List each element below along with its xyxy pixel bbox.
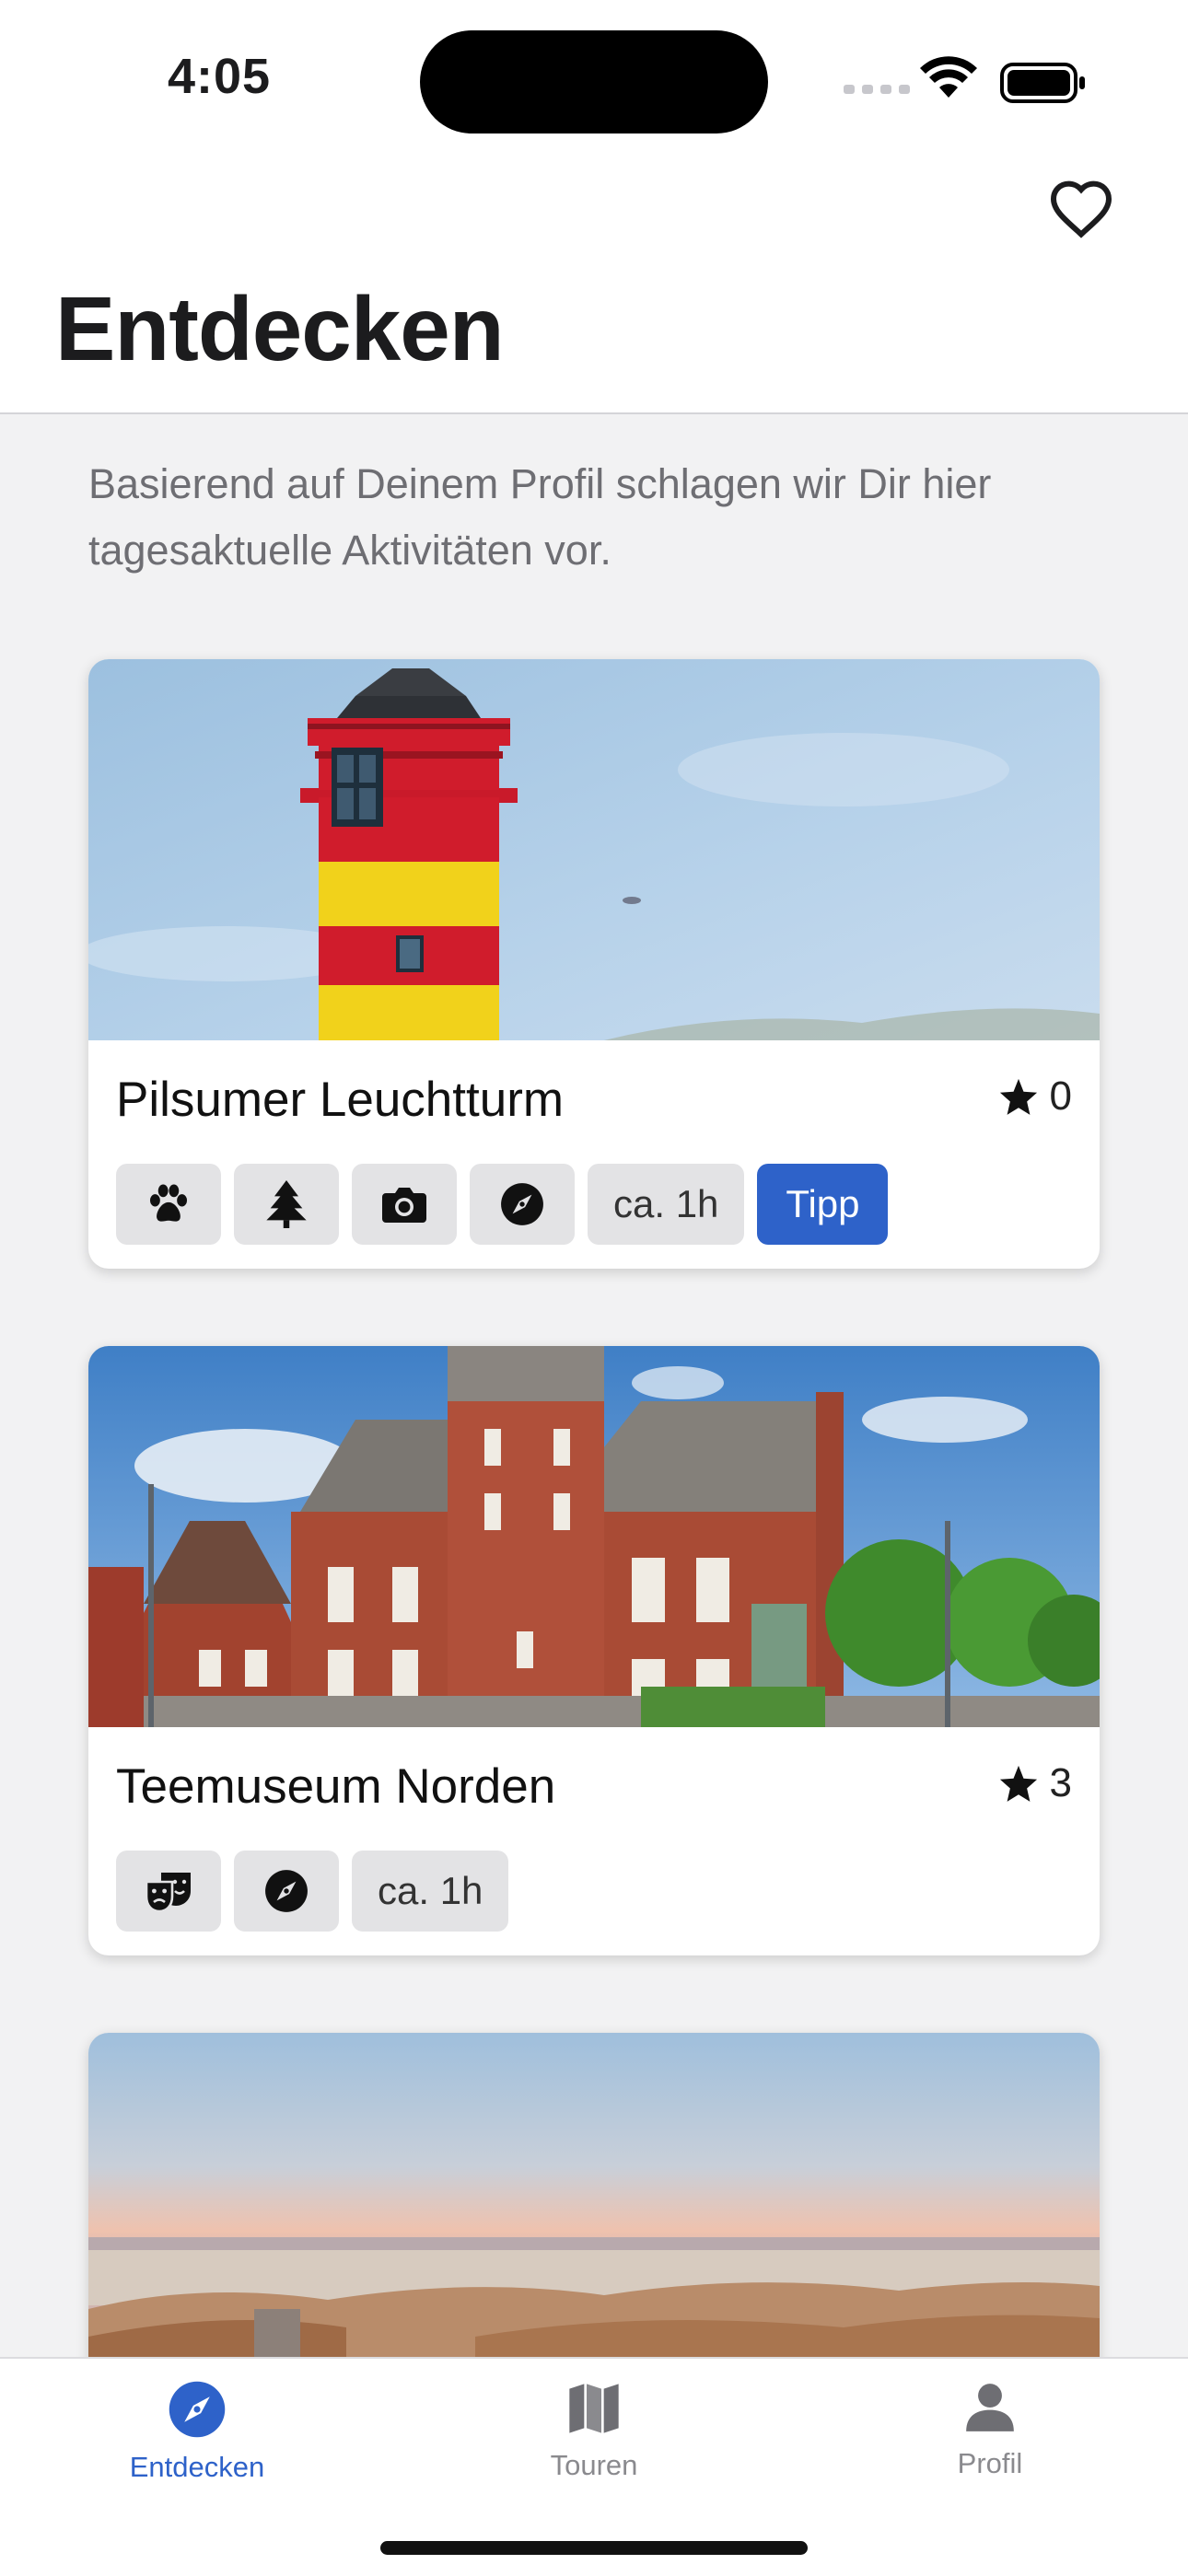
tab-label: Entdecken: [129, 2451, 265, 2483]
tag-tipp: Tipp: [757, 1164, 889, 1245]
status-icons: [844, 56, 1085, 103]
compass-icon: [169, 2381, 226, 2438]
activity-card-teemuseum-norden[interactable]: Teemuseum Norden 3 ca. 1h: [88, 1346, 1100, 1955]
compass-icon: [265, 1870, 308, 1912]
activity-card-pilsumer-leuchtturm[interactable]: Pilsumer Leuchtturm 0 ca. 1h Tipp: [88, 659, 1100, 1269]
person-icon: [966, 2384, 1014, 2431]
map-icon: [569, 2384, 619, 2433]
tag-explore: [470, 1164, 575, 1245]
rating: 0: [998, 1073, 1072, 1120]
tag-explore: [234, 1851, 339, 1932]
teemuseum-image: [88, 1346, 1100, 1727]
heart-outline-icon: [1050, 180, 1112, 238]
tag-nature: [234, 1164, 339, 1245]
status-time: 4:05: [168, 49, 272, 104]
camera-icon: [382, 1188, 426, 1223]
paw-icon: [150, 1184, 187, 1222]
dynamic-island: [420, 30, 768, 133]
intro-text: Basierend auf Deinem Profil schlagen wir…: [88, 460, 992, 574]
tag-culture: [116, 1851, 221, 1932]
rating-count: 3: [1049, 1760, 1072, 1805]
tag-list: ca. 1h: [116, 1851, 521, 1932]
rating: 3: [998, 1760, 1072, 1806]
page-title: Entdecken: [55, 278, 505, 379]
wifi-icon: [920, 56, 977, 98]
tab-label: Touren: [550, 2449, 638, 2481]
lighthouse-image: [88, 659, 1100, 1040]
rating-count: 0: [1049, 1073, 1072, 1119]
tag-photo: [352, 1164, 457, 1245]
tab-profil[interactable]: Profil: [889, 2379, 1091, 2517]
tab-entdecken[interactable]: Entdecken: [96, 2379, 298, 2517]
theater-masks-icon: [145, 1873, 191, 1913]
star-icon: [999, 1765, 1037, 1802]
home-indicator[interactable]: [380, 2541, 808, 2555]
tag-pets: [116, 1164, 221, 1245]
status-bar: 4:05: [0, 0, 1188, 157]
battery-icon: [1000, 63, 1085, 103]
signal-icon: [844, 85, 910, 94]
tag-duration: ca. 1h: [588, 1164, 745, 1245]
tab-label: Profil: [957, 2447, 1023, 2479]
tag-list: ca. 1h Tipp: [116, 1164, 901, 1245]
star-icon: [999, 1078, 1037, 1115]
card-title: Pilsumer Leuchtturm: [116, 1073, 565, 1127]
tag-duration: ca. 1h: [352, 1851, 509, 1932]
compass-icon: [501, 1183, 543, 1225]
tab-touren[interactable]: Touren: [493, 2379, 695, 2517]
card-title: Teemuseum Norden: [116, 1759, 556, 1814]
tree-icon: [266, 1180, 307, 1228]
favorites-button[interactable]: [1044, 171, 1118, 245]
